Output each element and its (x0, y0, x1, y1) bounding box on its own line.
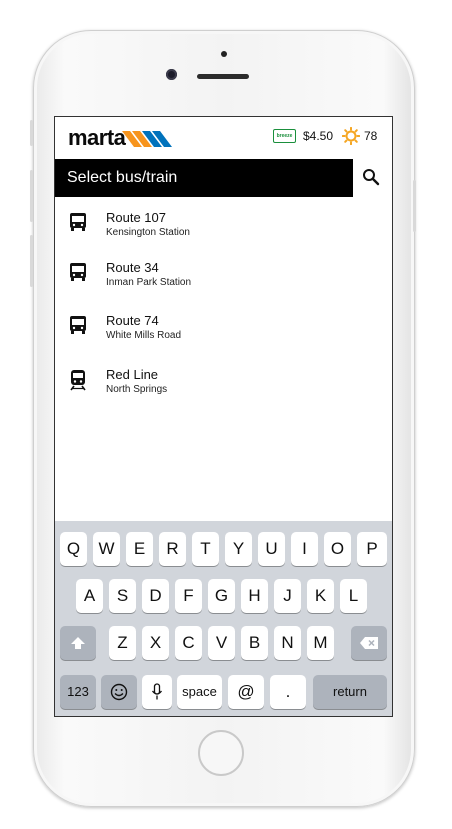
key-k[interactable]: K (307, 579, 334, 613)
key-g[interactable]: G (208, 579, 235, 613)
route-name: Red Line (106, 367, 159, 382)
emoji-key[interactable] (101, 675, 137, 709)
search-input[interactable]: Select bus/train (55, 159, 353, 197)
key-w[interactable]: W (93, 532, 120, 566)
route-stop: Inman Park Station (106, 277, 192, 288)
key-t[interactable]: T (192, 532, 219, 566)
key-y[interactable]: Y (225, 532, 252, 566)
key-q[interactable]: Q (60, 532, 87, 566)
dot-key[interactable]: . (270, 675, 306, 709)
temperature: 78 (364, 129, 378, 143)
key-s[interactable]: S (109, 579, 136, 613)
key-f[interactable]: F (175, 579, 202, 613)
route-stop: North Springs (106, 384, 168, 395)
bus-icon (70, 213, 86, 231)
list-item[interactable]: Route 107 Kensington Station (55, 205, 392, 249)
bus-icon (70, 263, 86, 281)
app-screen: marta breeze $4.50 78 Select bus/train R… (54, 116, 393, 717)
key-v[interactable]: V (208, 626, 235, 660)
fare-balance: $4.50 (303, 129, 334, 143)
route-stop: White Mills Road (106, 330, 182, 341)
home-button[interactable] (198, 730, 244, 776)
key-i[interactable]: I (291, 532, 318, 566)
list-item[interactable]: Route 74 White Mills Road (55, 308, 392, 352)
key-b[interactable]: B (241, 626, 268, 660)
proximity-sensor (221, 51, 227, 57)
bus-icon (70, 316, 86, 334)
key-r[interactable]: R (159, 532, 186, 566)
key-m[interactable]: M (307, 626, 334, 660)
key-x[interactable]: X (142, 626, 169, 660)
volume-down-button (30, 235, 33, 287)
mute-switch (30, 120, 33, 146)
power-button (413, 180, 416, 232)
key-j[interactable]: J (274, 579, 301, 613)
backspace-icon (360, 637, 378, 649)
key-p[interactable]: P (357, 532, 387, 566)
key-c[interactable]: C (175, 626, 202, 660)
search-icon[interactable] (362, 168, 380, 186)
key-e[interactable]: E (126, 532, 153, 566)
marta-logo-stripes-icon (122, 131, 172, 147)
numbers-key[interactable]: 123 (60, 675, 96, 709)
space-key[interactable]: space (177, 675, 222, 709)
dictation-key[interactable] (142, 675, 172, 709)
volume-up-button (30, 170, 33, 222)
key-h[interactable]: H (241, 579, 268, 613)
return-key[interactable]: return (313, 675, 387, 709)
emoji-icon (110, 683, 128, 701)
route-name: Route 107 (106, 210, 166, 225)
key-n[interactable]: N (274, 626, 301, 660)
microphone-icon (151, 683, 163, 700)
route-stop: Kensington Station (106, 227, 190, 238)
key-d[interactable]: D (142, 579, 169, 613)
front-camera (166, 69, 177, 80)
sun-icon (342, 127, 360, 145)
key-z[interactable]: Z (109, 626, 136, 660)
earpiece-speaker (197, 74, 249, 79)
at-key[interactable]: @ (228, 675, 264, 709)
keyboard: Q W E R T Y U I O P A S D F G H J K L Z … (55, 521, 392, 716)
key-u[interactable]: U (258, 532, 285, 566)
key-o[interactable]: O (324, 532, 351, 566)
train-icon (70, 370, 86, 391)
list-item[interactable]: Red Line North Springs (55, 362, 392, 406)
shift-key[interactable] (60, 626, 96, 660)
marta-logo: marta (68, 125, 126, 150)
key-l[interactable]: L (340, 579, 367, 613)
top-bar: marta breeze $4.50 78 (55, 117, 392, 157)
shift-icon (71, 637, 85, 649)
breeze-card-icon[interactable]: breeze (273, 129, 296, 143)
route-name: Route 34 (106, 260, 159, 275)
backspace-key[interactable] (351, 626, 387, 660)
key-a[interactable]: A (76, 579, 103, 613)
route-name: Route 74 (106, 313, 159, 328)
list-item[interactable]: Route 34 Inman Park Station (55, 255, 392, 299)
